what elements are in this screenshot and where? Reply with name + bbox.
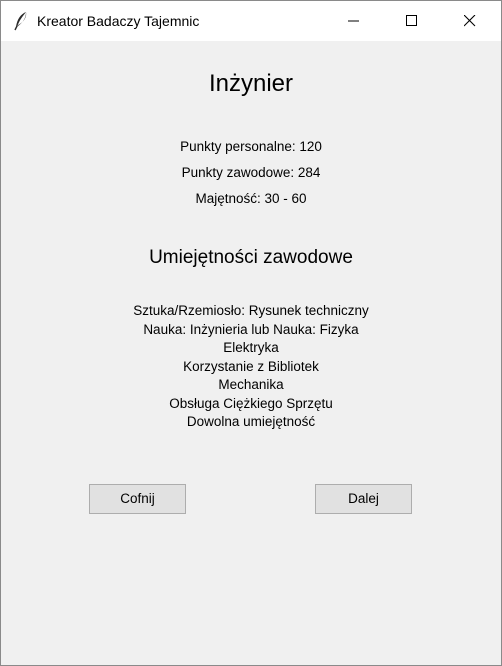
list-item: Nauka: Inżynieria lub Nauka: Fizyka: [143, 321, 359, 337]
close-icon: [464, 15, 476, 27]
occupation-points-label: Punkty zawodowe: 284: [181, 165, 321, 180]
minimize-button[interactable]: [331, 1, 377, 41]
minimize-icon: [348, 20, 359, 22]
skills-list: Sztuka/Rzemiosło: Rysunek techniczny Nau…: [1, 302, 501, 432]
maximize-button[interactable]: [389, 1, 435, 41]
list-item: Mechanika: [218, 377, 284, 392]
feather-icon: [13, 11, 29, 31]
maximize-icon: [406, 15, 417, 26]
list-item: Dowolna umiejętność: [186, 414, 316, 429]
title-bar[interactable]: Kreator Badaczy Tajemnic: [1, 1, 501, 41]
list-item: Elektryka: [223, 340, 279, 355]
list-item: Korzystanie z Bibliotek: [183, 358, 319, 374]
wealth-label: Majętność: 30 - 60: [195, 191, 307, 206]
list-item: Sztuka/Rzemiosło: Rysunek techniczny: [133, 303, 369, 318]
list-item: Obsługa Ciężkiego Sprzętu: [169, 395, 333, 411]
main-content: Inżynier Punkty personalne: 120 Punkty z…: [1, 41, 501, 665]
next-button[interactable]: Dalej: [315, 484, 412, 514]
personal-points-label: Punkty personalne: 120: [180, 139, 322, 154]
skills-heading: Umiejętności zawodowe: [149, 247, 353, 268]
window-title: Kreator Badaczy Tajemnic: [37, 13, 200, 29]
back-button[interactable]: Cofnij: [89, 484, 186, 514]
close-button[interactable]: [447, 1, 493, 41]
app-window: Kreator Badaczy Tajemnic Inżynier Punkty…: [0, 0, 502, 666]
profession-title: Inżynier: [208, 70, 294, 97]
